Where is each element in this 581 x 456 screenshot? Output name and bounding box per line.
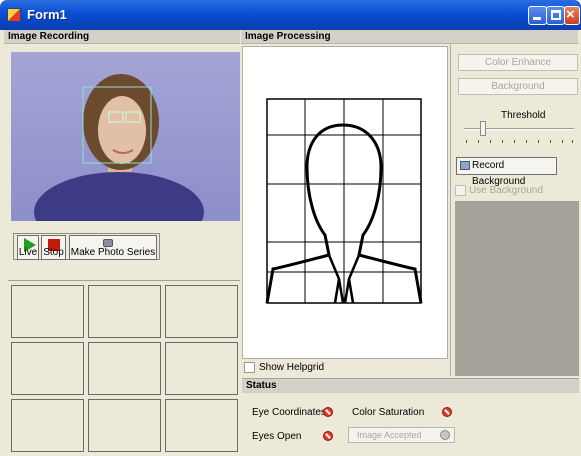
stop-button[interactable]: Stop xyxy=(41,235,66,260)
slider-tick xyxy=(502,140,503,143)
slider-tick xyxy=(538,140,539,143)
photo-slot[interactable] xyxy=(88,399,161,452)
threshold-label: Threshold xyxy=(501,110,546,121)
photo-slot[interactable] xyxy=(88,342,161,395)
color-enhance-button[interactable]: Color Enhance xyxy=(458,54,578,71)
status-panel: Status Eye Coordinates Color Saturation … xyxy=(242,378,579,454)
eyes-open-label: Eyes Open xyxy=(252,431,302,442)
slider-tick xyxy=(526,140,527,143)
photo-slot[interactable] xyxy=(165,285,238,338)
live-label: Live xyxy=(18,247,38,258)
image-processing-header: Image Processing xyxy=(241,30,578,44)
image-accepted-button[interactable]: Image Accepted xyxy=(348,427,455,443)
status-header: Status xyxy=(242,379,579,393)
maximize-button[interactable] xyxy=(546,6,565,25)
slider-tick xyxy=(514,140,515,143)
monitor-icon xyxy=(460,161,470,170)
background-button[interactable]: Background xyxy=(458,78,578,95)
maximize-icon xyxy=(551,10,561,20)
color-saturation-status-icon xyxy=(442,407,452,417)
recording-toolbar: Live Stop Make Photo Series xyxy=(13,233,160,260)
photo-slot[interactable] xyxy=(11,285,84,338)
photo-slot[interactable] xyxy=(11,399,84,452)
eye-coordinates-label: Eye Coordinates xyxy=(252,407,326,418)
photo-series-label: Make Photo Series xyxy=(70,247,156,258)
show-helpgrid-label: Show Helpgrid xyxy=(259,362,325,373)
image-accepted-icon xyxy=(440,430,450,440)
photo-slot[interactable] xyxy=(88,285,161,338)
background-preview-area xyxy=(455,201,579,376)
slider-tick xyxy=(572,140,573,143)
app-icon xyxy=(7,8,21,22)
subject-shoulders xyxy=(34,172,204,221)
show-helpgrid-checkbox[interactable] xyxy=(244,362,255,373)
threshold-slider-thumb[interactable] xyxy=(479,121,486,136)
camera-frame-image xyxy=(34,74,204,221)
stop-label: Stop xyxy=(43,247,64,258)
close-button[interactable]: × xyxy=(564,6,580,25)
image-processing-panel: Image Processing Show Helpgrid xyxy=(241,30,578,376)
image-accepted-label: Image Accepted xyxy=(357,430,422,440)
window-title: Form1 xyxy=(27,7,67,22)
minimize-button[interactable] xyxy=(528,6,547,25)
photo-slot[interactable] xyxy=(165,399,238,452)
silhouette-template xyxy=(265,98,423,304)
make-photo-series-button[interactable]: Make Photo Series xyxy=(69,235,157,260)
color-saturation-label: Color Saturation xyxy=(352,407,425,418)
window-titlebar: Form1 × xyxy=(0,0,581,30)
processed-image-canvas xyxy=(242,46,448,359)
photo-series-grid xyxy=(8,280,240,452)
slider-tick xyxy=(466,140,467,143)
photo-slot[interactable] xyxy=(11,342,84,395)
slider-tick xyxy=(562,140,563,143)
use-background-label: Use Background xyxy=(469,185,543,196)
form-client-area: Image Recording Live Stop Make Photo Ser… xyxy=(0,30,581,456)
close-icon: × xyxy=(566,6,575,23)
camera-preview xyxy=(11,52,240,221)
camera-icon xyxy=(103,239,113,247)
live-button[interactable]: Live xyxy=(17,235,39,260)
minimize-icon xyxy=(533,17,541,20)
photo-slot[interactable] xyxy=(165,342,238,395)
processing-controls-panel: Color Enhance Background Threshold Recor… xyxy=(450,44,579,376)
record-background-label: Record Background xyxy=(472,160,526,187)
slider-tick xyxy=(490,140,491,143)
image-recording-header: Image Recording xyxy=(4,30,240,44)
slider-tick xyxy=(478,140,479,143)
image-recording-panel: Image Recording Live Stop Make Photo Ser… xyxy=(4,30,240,456)
eye-coordinates-status-icon xyxy=(323,407,333,417)
record-background-button[interactable]: Record Background xyxy=(456,157,557,187)
use-background-checkbox[interactable] xyxy=(455,185,466,196)
slider-tick xyxy=(550,140,551,143)
eyes-open-status-icon xyxy=(323,431,333,441)
